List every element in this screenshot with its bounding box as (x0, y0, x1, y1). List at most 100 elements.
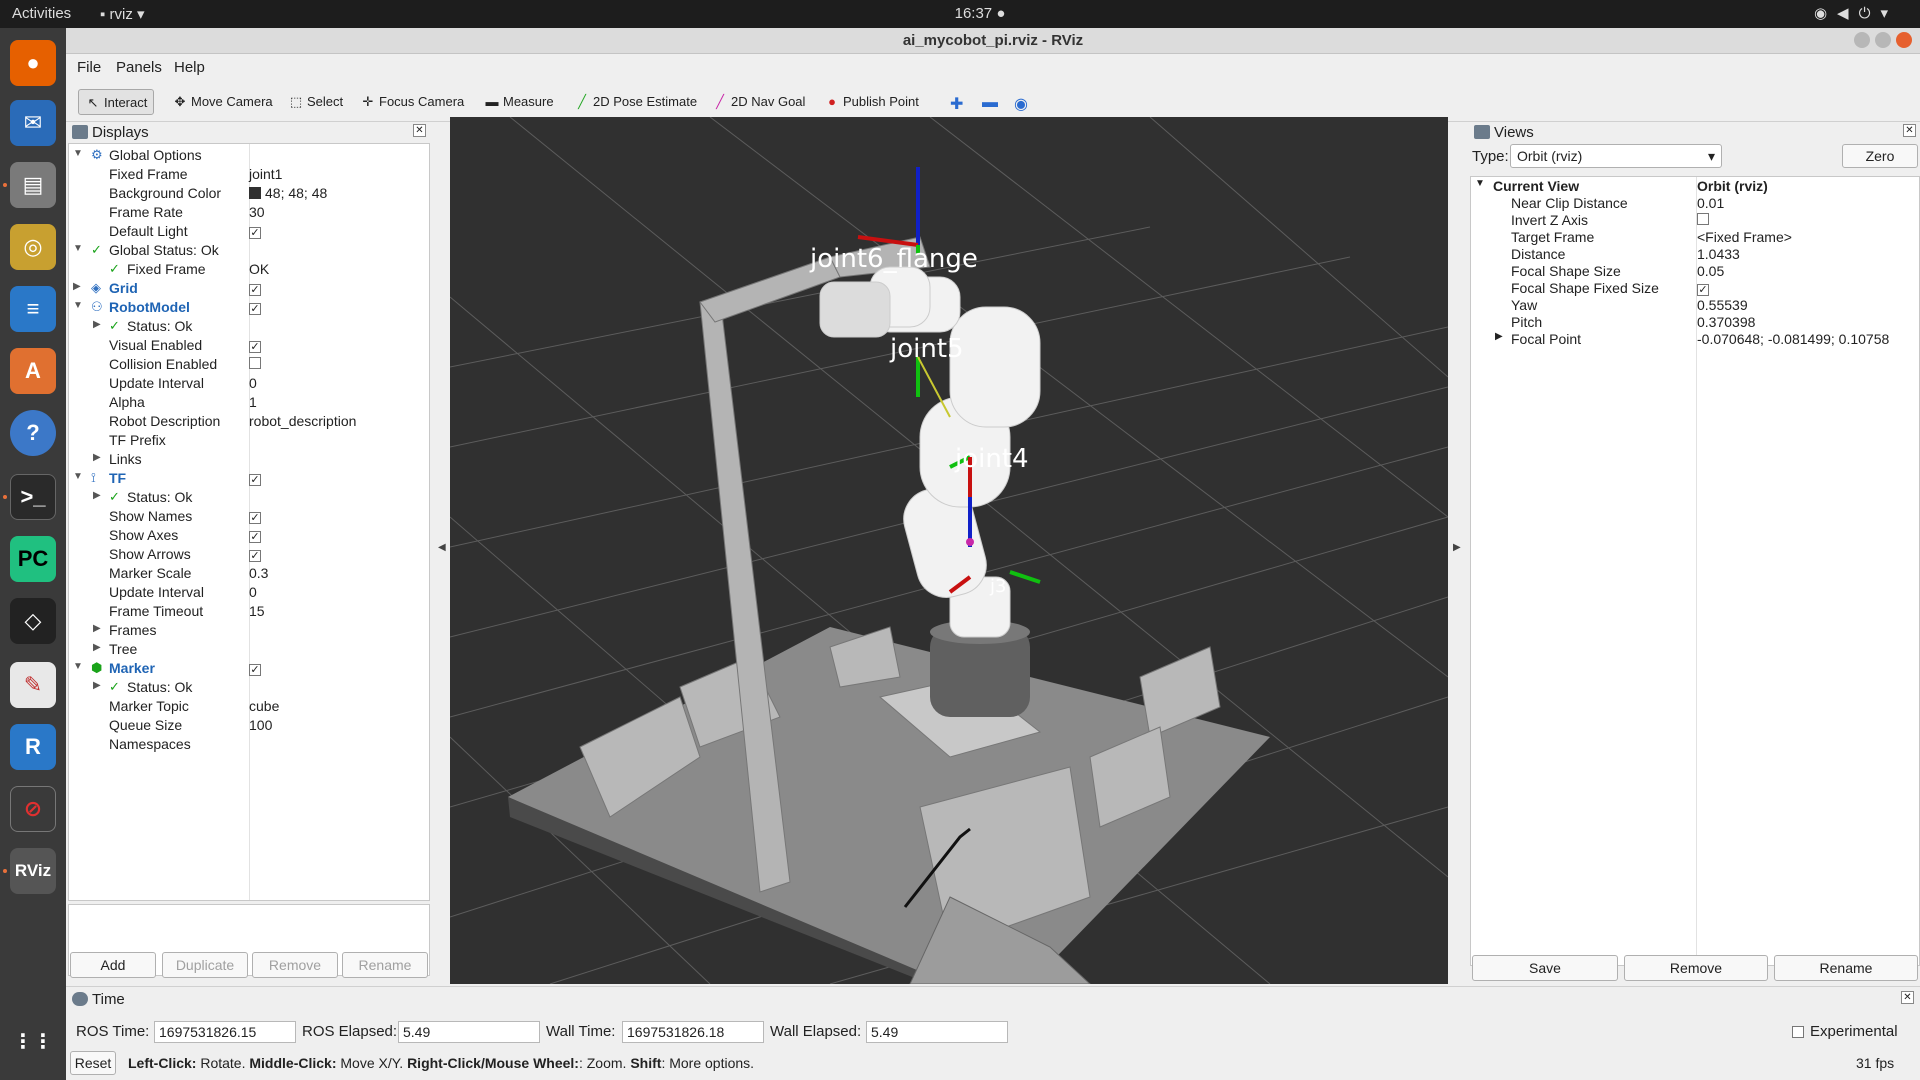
tree-row[interactable]: ▼ ⚙ Global Options (69, 146, 429, 165)
wall-time-field[interactable]: 1697531826.18 (622, 1021, 764, 1043)
system-tray[interactable]: ◉◀⏻▾ (1814, 4, 1898, 22)
tree-row[interactable]: Fixed Frame joint1 (69, 165, 429, 184)
tree-row[interactable]: Focal Shape Size 0.05 (1471, 263, 1919, 280)
add-tool-icon[interactable]: ✚ (944, 89, 969, 115)
displays-tree[interactable]: ▼ ⚙ Global Options Fixed Frame joint1 Backg… (68, 143, 430, 901)
zero-button[interactable]: Zero (1842, 144, 1918, 168)
row-value[interactable]: 1.0433 (1697, 246, 1740, 262)
menu-panels[interactable]: Panels (116, 59, 162, 76)
rviz-icon[interactable]: RViz (10, 848, 56, 894)
3d-render-viewport[interactable]: joint6_flange joint5 joint4 j3 (450, 117, 1448, 984)
tree-row[interactable]: Invert Z Axis (1471, 212, 1919, 229)
tree-row[interactable]: ▼ ⟟ TF ✓ (69, 469, 429, 488)
checkbox[interactable]: ✓ (249, 227, 261, 239)
tree-row[interactable]: ▶ Tree (69, 640, 429, 659)
minimize-button[interactable] (1854, 32, 1870, 48)
tree-row[interactable]: ▼ Current View Orbit (rviz) (1471, 178, 1919, 195)
tree-row[interactable]: Background Color 48; 48; 48 (69, 184, 429, 203)
window-titlebar[interactable]: ai_mycobot_pi.rviz - RViz (66, 28, 1920, 54)
tree-row[interactable]: ▶ ✓ Status: Ok (69, 488, 429, 507)
row-value[interactable]: 0.55539 (1697, 297, 1748, 313)
close-panel-icon[interactable]: ✕ (1903, 124, 1916, 137)
tree-row[interactable]: Alpha 1 (69, 393, 429, 412)
view-type-select[interactable]: Orbit (rviz) ▾ (1510, 144, 1722, 168)
checkbox[interactable]: ✓ (249, 550, 261, 562)
checkbox[interactable]: ✓ (249, 531, 261, 543)
row-value[interactable]: 48; 48; 48 (249, 185, 327, 201)
tree-row[interactable]: TF Prefix (69, 431, 429, 450)
tree-row[interactable]: ▼ ✓ Global Status: Ok (69, 241, 429, 260)
rename-view-button[interactable]: Rename (1774, 955, 1918, 981)
tree-row[interactable]: ▶ Frames (69, 621, 429, 640)
tree-row[interactable]: ▼ ⬢ Marker ✓ (69, 659, 429, 678)
row-value[interactable]: 0.3 (249, 565, 268, 581)
tree-row[interactable]: ✓ Fixed Frame OK (69, 260, 429, 279)
close-button[interactable] (1896, 32, 1912, 48)
virtualbox-icon[interactable]: ◇ (10, 598, 56, 644)
remove-view-button[interactable]: Remove (1624, 955, 1768, 981)
tree-row[interactable]: ▶ ✓ Status: Ok (69, 678, 429, 697)
thunderbird-icon[interactable]: ✉ (10, 100, 56, 146)
blocked-app-icon[interactable]: ⊘ (10, 786, 56, 832)
tree-row[interactable]: Namespaces (69, 735, 429, 754)
row-value[interactable]: -0.070648; -0.081499; 0.10758 (1697, 331, 1889, 347)
tree-row[interactable]: Distance 1.0433 (1471, 246, 1919, 263)
tree-row[interactable]: Update Interval 0 (69, 583, 429, 602)
tree-row[interactable]: ▶ Links (69, 450, 429, 469)
close-panel-icon[interactable]: ✕ (413, 124, 426, 137)
collapse-left-handle[interactable]: ◀ (438, 542, 446, 553)
tool-properties-icon[interactable]: ◉ (1008, 89, 1034, 115)
row-value[interactable]: 0 (249, 584, 257, 600)
tree-row[interactable]: Queue Size 100 (69, 716, 429, 735)
row-value[interactable]: joint1 (249, 166, 282, 182)
checkbox[interactable]: ✓ (1697, 284, 1709, 296)
row-value[interactable]: 0.370398 (1697, 314, 1755, 330)
tree-row[interactable]: Near Clip Distance 0.01 (1471, 195, 1919, 212)
files-icon[interactable]: ▤ (10, 162, 56, 208)
row-value[interactable]: 0.05 (1697, 263, 1724, 279)
close-panel-icon[interactable]: ✕ (1901, 991, 1914, 1004)
nav-goal-tool-button[interactable]: ╱ 2D Nav Goal (706, 89, 811, 115)
checkbox[interactable]: ✓ (249, 303, 261, 315)
row-value[interactable]: 0.01 (1697, 195, 1724, 211)
writer-icon[interactable]: ≡ (10, 286, 56, 332)
tree-row[interactable]: Frame Rate 30 (69, 203, 429, 222)
tree-row[interactable]: ▶ ◈ Grid ✓ (69, 279, 429, 298)
software-center-icon[interactable]: A (10, 348, 56, 394)
wall-elapsed-field[interactable]: 5.49 (866, 1021, 1008, 1043)
tree-row[interactable]: Marker Scale 0.3 (69, 564, 429, 583)
ros-time-field[interactable]: 1697531826.15 (154, 1021, 296, 1043)
publish-point-tool-button[interactable]: ● Publish Point (818, 89, 925, 115)
show-apps-icon[interactable]: ⋮⋮ (10, 1018, 56, 1064)
app-menu[interactable]: ▪ rviz ▾ (100, 5, 145, 23)
pose-estimate-tool-button[interactable]: ╱ 2D Pose Estimate (568, 89, 703, 115)
row-value[interactable]: 100 (249, 717, 272, 733)
row-value[interactable]: robot_description (249, 413, 356, 429)
tree-row[interactable]: Update Interval 0 (69, 374, 429, 393)
tree-row[interactable]: Target Frame <Fixed Frame> (1471, 229, 1919, 246)
menu-file[interactable]: File (77, 59, 101, 76)
row-value[interactable]: 30 (249, 204, 265, 220)
tree-row[interactable]: Marker Topic cube (69, 697, 429, 716)
tree-row[interactable]: Show Arrows ✓ (69, 545, 429, 564)
add-display-button[interactable]: Add (70, 952, 156, 978)
tree-row[interactable]: Visual Enabled ✓ (69, 336, 429, 355)
collapse-right-handle[interactable]: ▶ (1453, 542, 1461, 553)
row-value[interactable]: cube (249, 698, 279, 714)
help-icon[interactable]: ? (10, 410, 56, 456)
checkbox[interactable] (249, 357, 261, 369)
tree-row[interactable]: ▶ Focal Point -0.070648; -0.081499; 0.1075… (1471, 331, 1919, 348)
reset-button[interactable]: Reset (70, 1051, 116, 1075)
tree-row[interactable]: ▼ ⚇ RobotModel ✓ (69, 298, 429, 317)
checkbox[interactable]: ✓ (249, 341, 261, 353)
tree-row[interactable]: Yaw 0.55539 (1471, 297, 1919, 314)
measure-tool-button[interactable]: ▬ Measure (478, 89, 560, 115)
checkbox[interactable] (1697, 213, 1709, 225)
ros-elapsed-field[interactable]: 5.49 (398, 1021, 540, 1043)
remove-tool-icon[interactable]: ▬ (976, 89, 1004, 115)
text-editor-icon[interactable]: ✎ (10, 662, 56, 708)
tree-row[interactable]: Focal Shape Fixed Size ✓ (1471, 280, 1919, 297)
tree-row[interactable]: Frame Timeout 15 (69, 602, 429, 621)
tree-row[interactable]: Default Light ✓ (69, 222, 429, 241)
checkbox[interactable]: ✓ (249, 284, 261, 296)
